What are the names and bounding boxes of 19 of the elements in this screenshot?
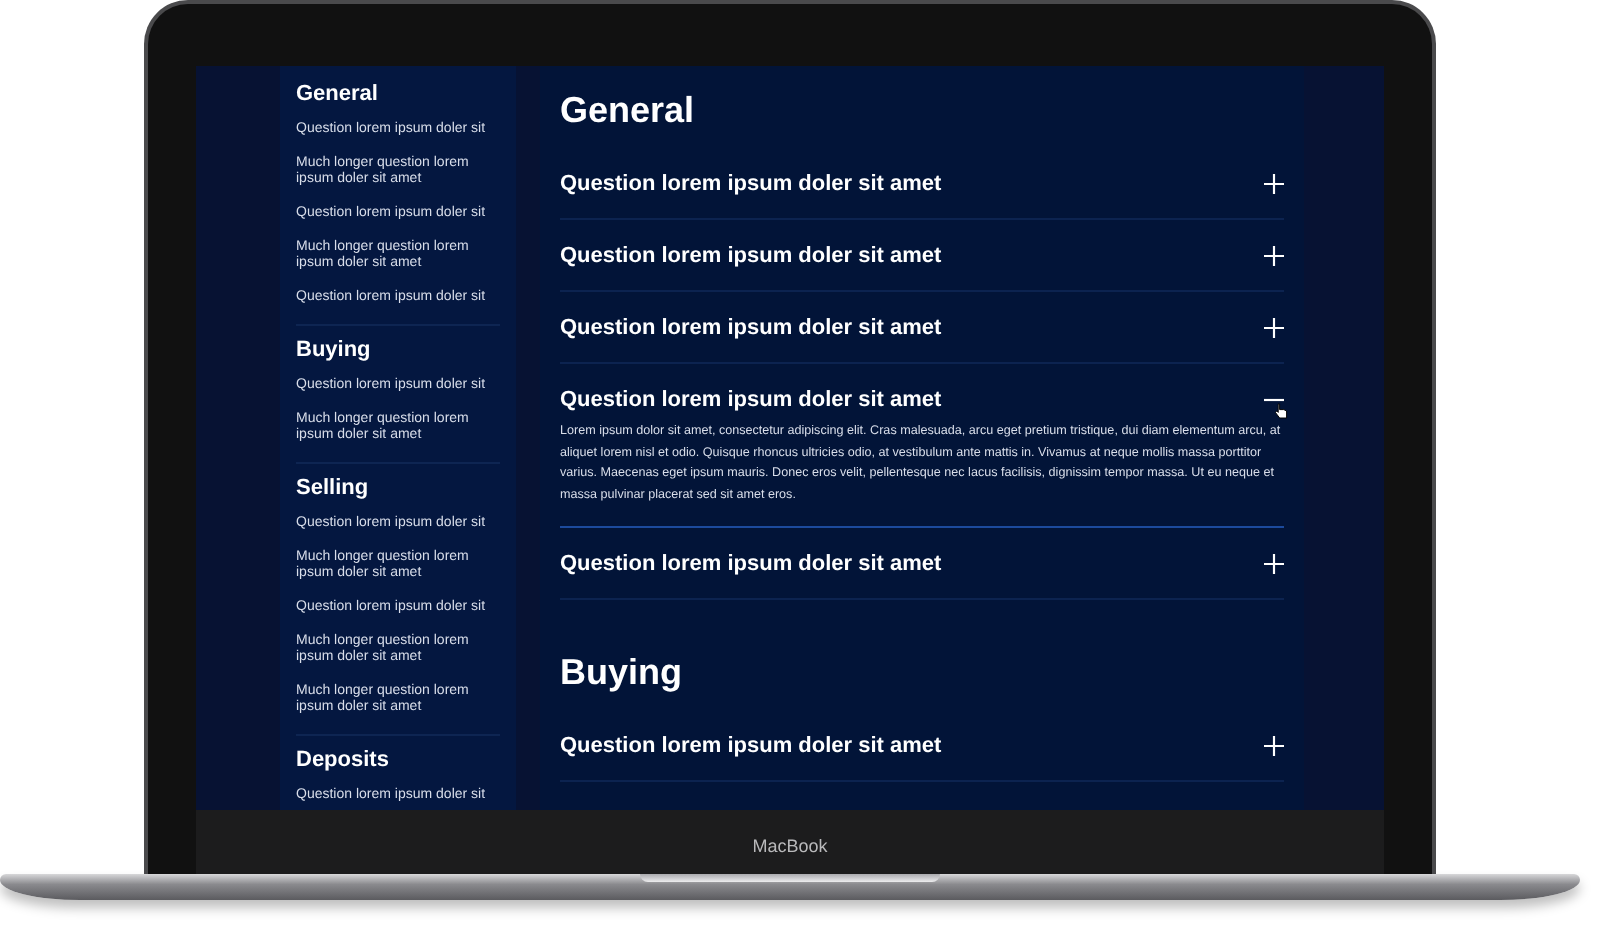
sidebar-heading: Selling	[296, 476, 371, 500]
question-title[interactable]: Question lorem ipsum doler sit amet	[560, 315, 942, 339]
brand-label: MacBook	[752, 835, 828, 855]
sidebar-heading: Deposits	[296, 748, 391, 772]
pointer-cursor-icon	[1274, 401, 1288, 419]
question-title[interactable]: Question lorem ipsum doler sit amet	[560, 171, 942, 195]
question-title[interactable]: Question lorem ipsum doler sit amet	[560, 733, 942, 757]
plus-icon[interactable]	[1264, 735, 1284, 755]
sidebar-heading: General	[296, 82, 380, 106]
question-title[interactable]: Question lorem ipsum doler sit amet	[560, 551, 942, 575]
section-heading: Buying	[560, 652, 684, 694]
plus-icon[interactable]	[1264, 317, 1284, 337]
plus-icon[interactable]	[1264, 553, 1284, 573]
plus-icon[interactable]	[1264, 245, 1284, 265]
question-title[interactable]: Question lorem ipsum doler sit amet	[560, 243, 942, 267]
section-heading: General	[560, 90, 697, 132]
plus-icon[interactable]	[1264, 173, 1284, 193]
question-title[interactable]: Question lorem ipsum doler sit amet	[560, 387, 942, 411]
sidebar-heading: Buying	[296, 338, 373, 362]
